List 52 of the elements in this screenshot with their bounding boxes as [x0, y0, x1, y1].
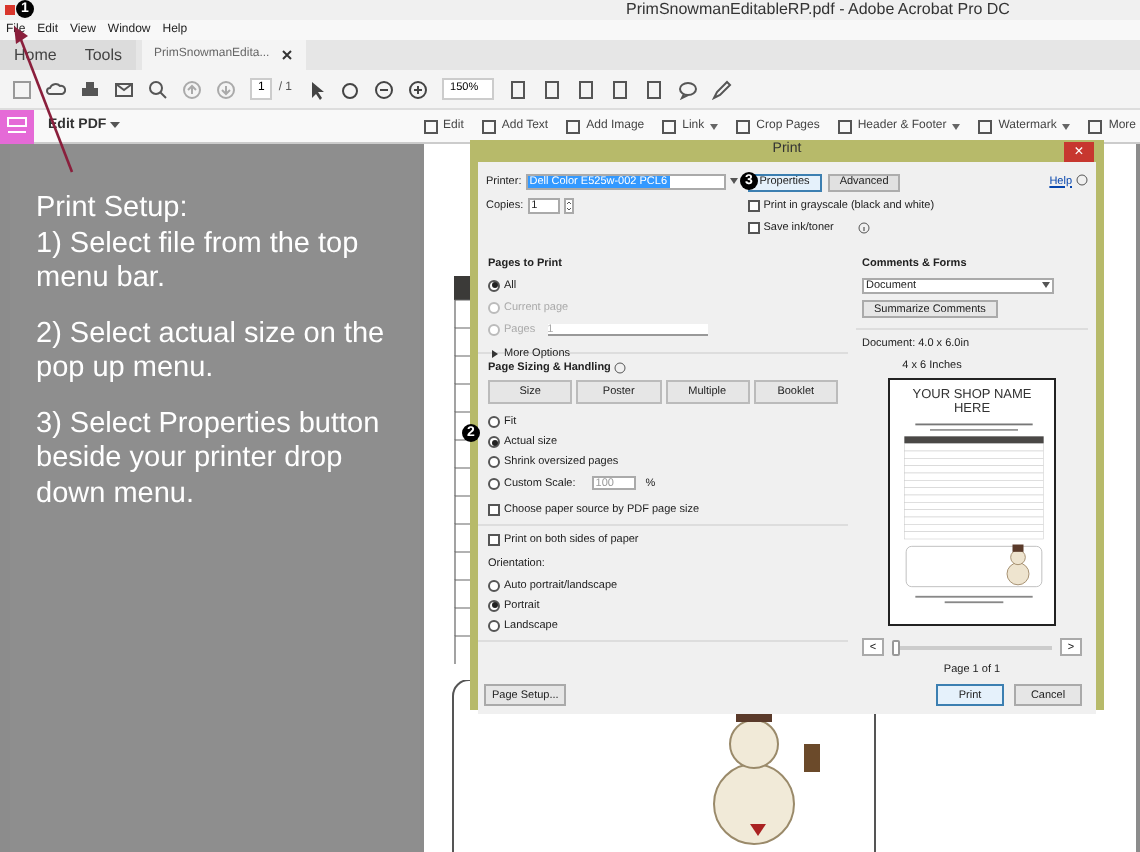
edit-pdf-icon[interactable] — [0, 109, 34, 143]
zoom-in-icon[interactable] — [408, 79, 429, 99]
search-icon[interactable] — [148, 79, 168, 99]
checkbox[interactable] — [747, 199, 760, 212]
info-icon[interactable] — [857, 221, 870, 234]
close-button[interactable]: × — [1064, 142, 1094, 162]
tab[interactable]: Tools — [70, 40, 137, 70]
radio-button[interactable] — [488, 620, 500, 633]
pen-icon[interactable] — [712, 79, 733, 99]
instruction-step: 3) Select Properties button beside your printer drop down menu. — [36, 407, 408, 512]
caret-icon[interactable] — [110, 122, 121, 130]
tool-icon[interactable] — [1088, 119, 1103, 133]
info-icon[interactable] — [614, 361, 627, 374]
checkbox[interactable] — [488, 534, 500, 547]
tool-icon[interactable] — [978, 119, 993, 133]
pointer-icon[interactable] — [306, 79, 327, 99]
slider-thumb[interactable] — [892, 639, 900, 655]
close-icon[interactable] — [281, 50, 292, 60]
tool-icon[interactable] — [837, 119, 852, 133]
tool-icon[interactable] — [736, 119, 751, 133]
expand-arrow-icon[interactable] — [492, 349, 498, 358]
page-slider[interactable] — [892, 639, 1052, 655]
caret-icon[interactable] — [952, 123, 961, 129]
help-icon[interactable] — [1076, 173, 1088, 185]
print-icon[interactable] — [80, 79, 100, 99]
mail-icon[interactable] — [114, 79, 134, 99]
radio-button[interactable] — [488, 477, 500, 490]
window-title: PrimSnowmanEditableRP.pdf - Adobe Acrobat Pro DC — [626, 0, 1010, 20]
zoom-out-icon[interactable] — [374, 79, 395, 99]
tool-icon[interactable] — [481, 119, 496, 133]
checkbox[interactable] — [488, 503, 500, 516]
instruction-heading: Print Setup: — [36, 192, 190, 227]
caret-icon[interactable] — [710, 123, 719, 129]
instruction-step: 1) Select file from the top menu bar. — [36, 227, 408, 297]
tool-icon[interactable] — [423, 119, 438, 133]
caret-icon[interactable] — [1042, 282, 1050, 289]
tool-icon[interactable] — [662, 119, 677, 133]
tool-icon[interactable] — [566, 119, 581, 133]
checkbox[interactable] — [747, 221, 760, 234]
cloud-icon[interactable] — [46, 79, 66, 99]
comment-icon[interactable] — [678, 79, 699, 99]
caret-icon[interactable] — [729, 178, 738, 185]
caret-icon[interactable] — [1062, 123, 1071, 129]
radio-button[interactable] — [488, 579, 500, 592]
radio-button[interactable] — [488, 436, 500, 449]
spinner-icon[interactable] — [563, 197, 574, 214]
instruction-step: 2) Select actual size on the pop up menu. — [36, 317, 408, 387]
radio-button[interactable] — [488, 415, 500, 428]
radio-button[interactable] — [488, 456, 500, 469]
app-icon[interactable] — [4, 4, 16, 16]
radio-button[interactable] — [488, 599, 500, 612]
radio-button[interactable] — [488, 279, 500, 292]
